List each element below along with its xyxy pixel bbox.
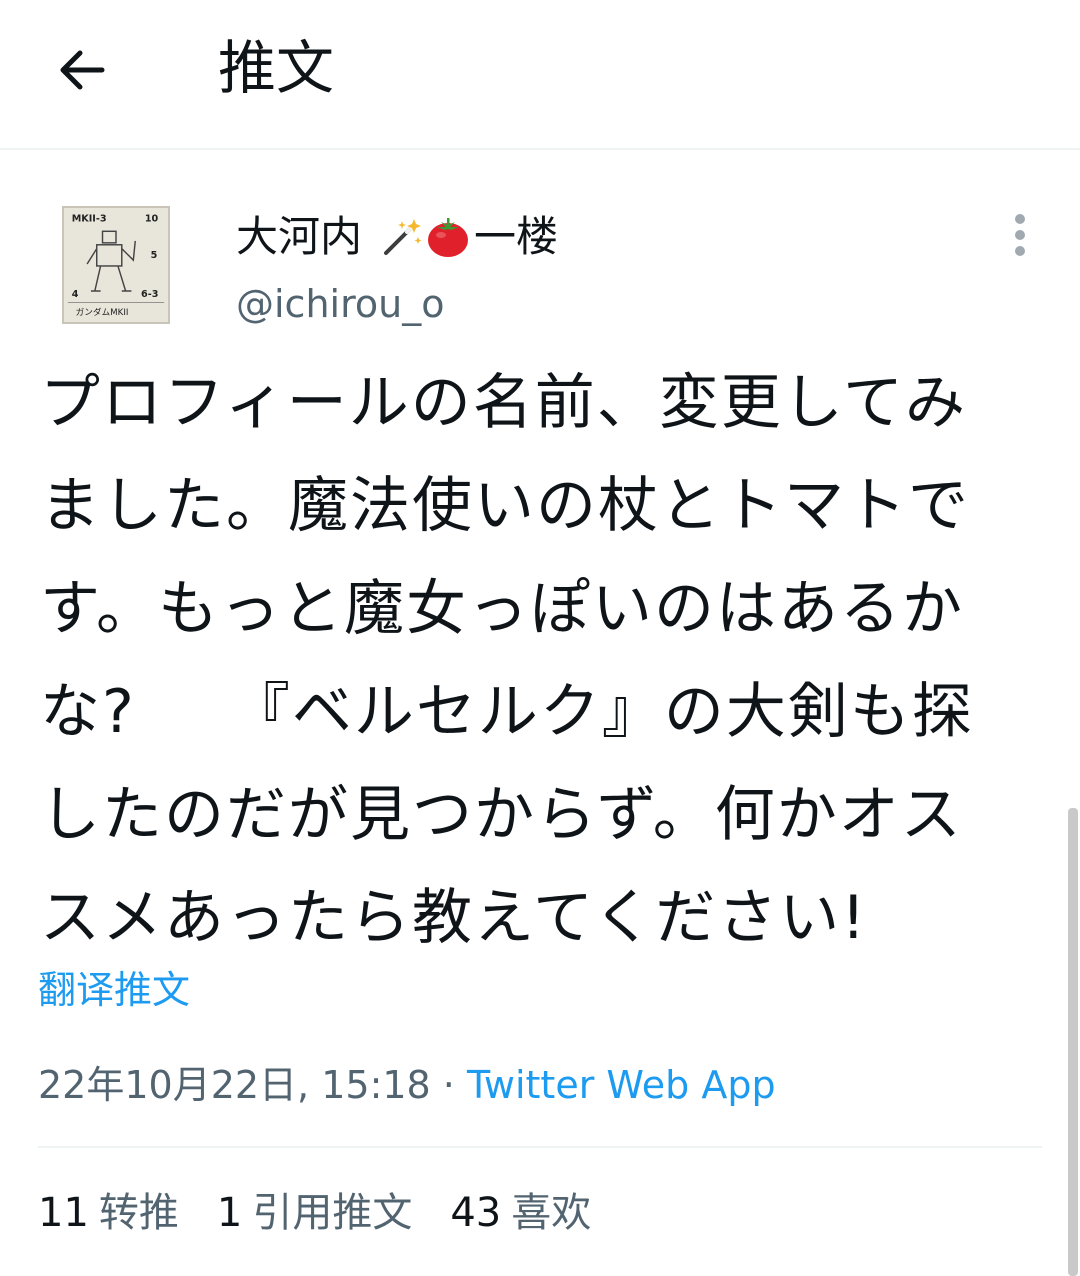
tweet-text-line: す。もっと魔女っぽいのはあるか: [40, 574, 964, 644]
tweet-timestamp[interactable]: 22年10月22日, 15:18 ·: [38, 1063, 467, 1107]
svg-text:MKII-3: MKII-3: [72, 214, 107, 225]
svg-text:4: 4: [72, 289, 79, 300]
quote-tweets-count: 1: [216, 1190, 243, 1236]
likes-label: 喜欢: [511, 1190, 592, 1236]
retweets-count: 11: [38, 1190, 89, 1236]
svg-text:5: 5: [151, 250, 158, 261]
avatar[interactable]: MKII-3 10 5 4 6-3 ガンダムMKII: [62, 206, 170, 324]
quote-tweets-stat[interactable]: 1 引用推文: [217, 1184, 412, 1242]
display-name-suffix: 一楼: [474, 212, 559, 261]
display-name[interactable]: 大河内: [236, 207, 362, 267]
arrow-left-icon: [60, 50, 105, 90]
tomato-icon: [426, 215, 470, 259]
more-dot-icon: [1015, 230, 1025, 240]
tweet-text-line: スメあったら教えてください!: [40, 883, 868, 953]
back-button[interactable]: [52, 38, 116, 102]
retweets-stat[interactable]: 11 转推: [38, 1184, 179, 1242]
engagement-stats: 11 转推 1 引用推文 43 喜欢: [38, 1184, 629, 1242]
svg-text:ガンダムMKII: ガンダムMKII: [76, 306, 129, 318]
tweet-text: プロフィールの名前、変更してみ ました。魔法使いの杖とトマトで す。もっと魔女っ…: [40, 352, 1040, 970]
retweets-label: 转推: [98, 1190, 179, 1236]
tweet-metadata: 22年10月22日, 15:18 · Twitter Web App: [38, 1056, 776, 1114]
translate-tweet-link[interactable]: 翻译推文: [38, 962, 190, 1018]
tweet-text-line: な? 『ベルセルク』の大剣も探: [40, 677, 974, 747]
scrollbar[interactable]: [1068, 808, 1078, 1276]
author-name-row: 大河内 一楼: [236, 206, 558, 268]
top-bar: 推文: [0, 0, 1080, 150]
divider: [38, 1146, 1042, 1148]
tweet-text-line: ました。魔法使いの杖とトマトで: [40, 471, 970, 541]
svg-text:10: 10: [145, 214, 159, 225]
quote-tweets-label: 引用推文: [252, 1190, 413, 1236]
tweet-text-line: したのだが見つからず。何かオス: [40, 780, 963, 850]
page-title: 推文: [218, 34, 335, 102]
tweet-source-link[interactable]: Twitter Web App: [467, 1063, 776, 1107]
likes-stat[interactable]: 43 喜欢: [450, 1184, 591, 1242]
more-dot-icon: [1015, 246, 1025, 256]
avatar-card-image: MKII-3 10 5 4 6-3 ガンダムMKII: [64, 208, 168, 322]
more-options-button[interactable]: [1002, 210, 1038, 260]
author-handle[interactable]: @ichirou_o: [236, 276, 444, 332]
tweet-text-line: プロフィールの名前、変更してみ: [40, 368, 967, 438]
more-dot-icon: [1015, 214, 1025, 224]
likes-count: 43: [450, 1190, 502, 1236]
magic-wand-icon: [380, 215, 424, 259]
svg-text:6-3: 6-3: [141, 289, 158, 300]
